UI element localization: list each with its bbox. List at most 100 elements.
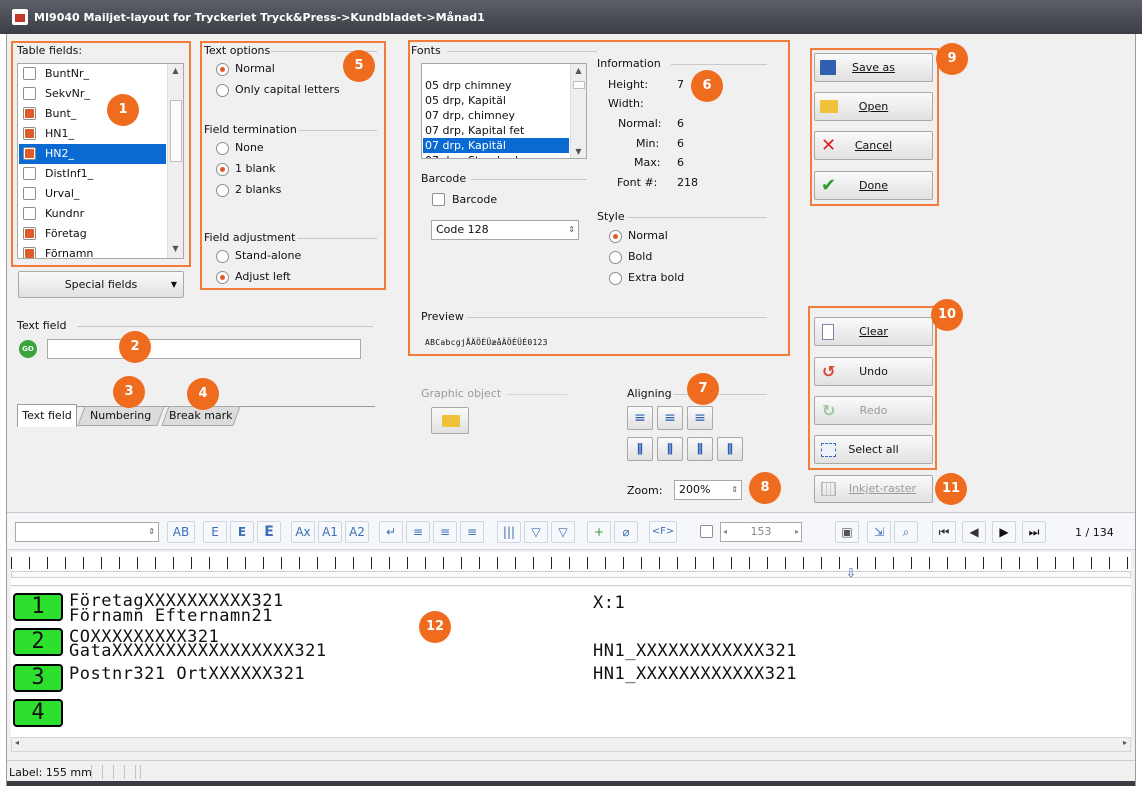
spinner-icon[interactable]: ⇕: [568, 221, 575, 239]
text-field-input[interactable]: [47, 339, 361, 359]
tab-numbering[interactable]: Numbering: [77, 406, 165, 426]
radio-stand-alone[interactable]: [216, 250, 229, 263]
redo-button[interactable]: ↻ Redo: [814, 396, 933, 425]
scroll-right-icon[interactable]: ▸: [1123, 738, 1127, 747]
ax-button[interactable]: Ax: [291, 521, 315, 543]
e-normal-button[interactable]: E: [203, 521, 227, 543]
cancel-button[interactable]: ✕ Cancel: [814, 131, 933, 160]
open-button[interactable]: Open: [814, 92, 933, 121]
line-marker-4[interactable]: 4: [13, 699, 63, 727]
table-fields-scrollbar[interactable]: ▲ ▼: [167, 64, 183, 258]
special-fields-button[interactable]: Special fields ▼: [18, 271, 184, 298]
table-field-item[interactable]: SekvNr_: [19, 84, 166, 104]
line-marker-2[interactable]: 2: [13, 628, 63, 656]
attach-tool[interactable]: ⌀: [614, 521, 638, 543]
page-next-icon[interactable]: ▸: [795, 523, 799, 541]
table-field-checkbox[interactable]: [23, 87, 36, 100]
scroll-up-icon[interactable]: ▲: [573, 66, 584, 75]
first-page-button[interactable]: ⏮: [932, 521, 956, 543]
table-field-item[interactable]: Bunt_: [19, 104, 166, 124]
fonts-scrollbar[interactable]: ▲ ▼: [570, 64, 586, 158]
ab-button[interactable]: AB: [167, 521, 195, 543]
font-list-item[interactable]: 05 drp, Kapitäl: [423, 93, 569, 108]
prev-page-button[interactable]: ◀: [962, 521, 986, 543]
style-bold-radio[interactable]: [609, 251, 622, 264]
a1-button[interactable]: A1: [318, 521, 342, 543]
graphic-object-button[interactable]: [431, 407, 469, 434]
table-field-item[interactable]: HN2_: [19, 144, 166, 164]
field-tag-tool[interactable]: <F>: [649, 521, 677, 543]
select-all-button[interactable]: Select all: [814, 435, 933, 464]
scroll-down-icon[interactable]: ▼: [170, 244, 181, 256]
go-icon[interactable]: GO: [19, 340, 37, 358]
radio-none[interactable]: [216, 142, 229, 155]
font-list-item[interactable]: 07 drp, Kapital fet: [423, 123, 569, 138]
camera-tool[interactable]: ▣: [835, 521, 859, 543]
radio-adjust-left[interactable]: [216, 271, 229, 284]
table-field-checkbox[interactable]: [23, 147, 36, 160]
inkjet-raster-button[interactable]: Inkjet-raster: [814, 475, 933, 503]
table-field-item[interactable]: HN1_: [19, 124, 166, 144]
barcode-tool[interactable]: |||: [497, 521, 521, 543]
table-fields-list[interactable]: BuntNr_ SekvNr_ Bunt_ HN1_ HN2_ DistInf1_ Urva…: [17, 63, 184, 259]
field-x[interactable]: X:1: [593, 593, 625, 613]
page-prev-icon[interactable]: ◂: [723, 523, 727, 541]
table-field-checkbox[interactable]: [23, 167, 36, 180]
table-field-item[interactable]: Kundnr: [19, 204, 166, 224]
label-canvas[interactable]: 1 2 3 4 FöretagXXXXXXXXXX321 Förnamn Eft…: [11, 587, 1131, 737]
clear-button[interactable]: Clear: [814, 317, 933, 346]
line-marker-1[interactable]: 1: [13, 593, 63, 621]
table-field-item[interactable]: Förnamn: [19, 244, 166, 258]
align-center-button[interactable]: ≡: [657, 406, 683, 430]
filter-clear-tool[interactable]: ▽: [551, 521, 575, 543]
horizontal-scrollbar[interactable]: ◂ ▸: [11, 737, 1131, 752]
field-hn1-line3[interactable]: HN1_XXXXXXXXXXXX321: [593, 664, 797, 684]
font-list-item[interactable]: 07 drp, Standard: [423, 153, 569, 158]
radio-normal[interactable]: [216, 63, 229, 76]
filter-tool[interactable]: ▽: [524, 521, 548, 543]
radio-2-blanks[interactable]: [216, 184, 229, 197]
align-right-tool[interactable]: ≡: [460, 521, 484, 543]
scroll-thumb[interactable]: [170, 100, 182, 162]
align-middle-button[interactable]: ⫼: [657, 437, 683, 461]
table-field-checkbox[interactable]: [23, 227, 36, 240]
barcode-checkbox[interactable]: [432, 193, 445, 206]
spinner-icon[interactable]: ⇕: [148, 523, 155, 541]
undo-button[interactable]: ↺ Undo: [814, 357, 933, 386]
wrap-button[interactable]: ↵: [379, 521, 403, 543]
scroll-thumb[interactable]: [573, 81, 585, 89]
table-field-checkbox[interactable]: [23, 127, 36, 140]
scroll-up-icon[interactable]: ▲: [170, 66, 181, 78]
align-left-button[interactable]: ≡: [627, 406, 653, 430]
scroll-down-icon[interactable]: ▼: [573, 147, 584, 156]
search-tool[interactable]: ⌕: [894, 521, 918, 543]
table-field-checkbox[interactable]: [23, 107, 36, 120]
font-list-item[interactable]: 05 drp chimney: [423, 78, 569, 93]
align-right-button[interactable]: ≡: [687, 406, 713, 430]
scroll-left-icon[interactable]: ◂: [15, 738, 19, 747]
table-field-item[interactable]: DistInf1_: [19, 164, 166, 184]
zoom-select[interactable]: 200% ⇕: [674, 480, 742, 500]
align-center-tool[interactable]: ≡: [433, 521, 457, 543]
tab-text-field[interactable]: Text field: [17, 404, 77, 427]
next-page-button[interactable]: ▶: [992, 521, 1016, 543]
add-tool[interactable]: +: [587, 521, 611, 543]
e-bold-button[interactable]: E: [230, 521, 254, 543]
radio-1-blank[interactable]: [216, 163, 229, 176]
align-top-button[interactable]: ⫼: [627, 437, 653, 461]
table-field-checkbox[interactable]: [23, 247, 36, 258]
table-field-item[interactable]: Urval_: [19, 184, 166, 204]
ruler-marker-icon[interactable]: ⇩: [846, 566, 856, 580]
a2-button[interactable]: A2: [345, 521, 369, 543]
font-list-item[interactable]: 07 drp, chimney: [423, 108, 569, 123]
done-button[interactable]: ✔ Done: [814, 171, 933, 200]
field-fornamn[interactable]: Förnamn Efternamn21: [69, 606, 273, 626]
table-field-checkbox[interactable]: [23, 207, 36, 220]
radio-only-capital[interactable]: [216, 84, 229, 97]
toolbar-checkbox[interactable]: [700, 525, 713, 538]
align-distribute-button[interactable]: ⫼: [717, 437, 743, 461]
export-tool[interactable]: ⇲: [867, 521, 891, 543]
table-field-checkbox[interactable]: [23, 67, 36, 80]
style-extra-bold-radio[interactable]: [609, 272, 622, 285]
field-gata[interactable]: GataXXXXXXXXXXXXXXXXX321: [69, 641, 327, 661]
